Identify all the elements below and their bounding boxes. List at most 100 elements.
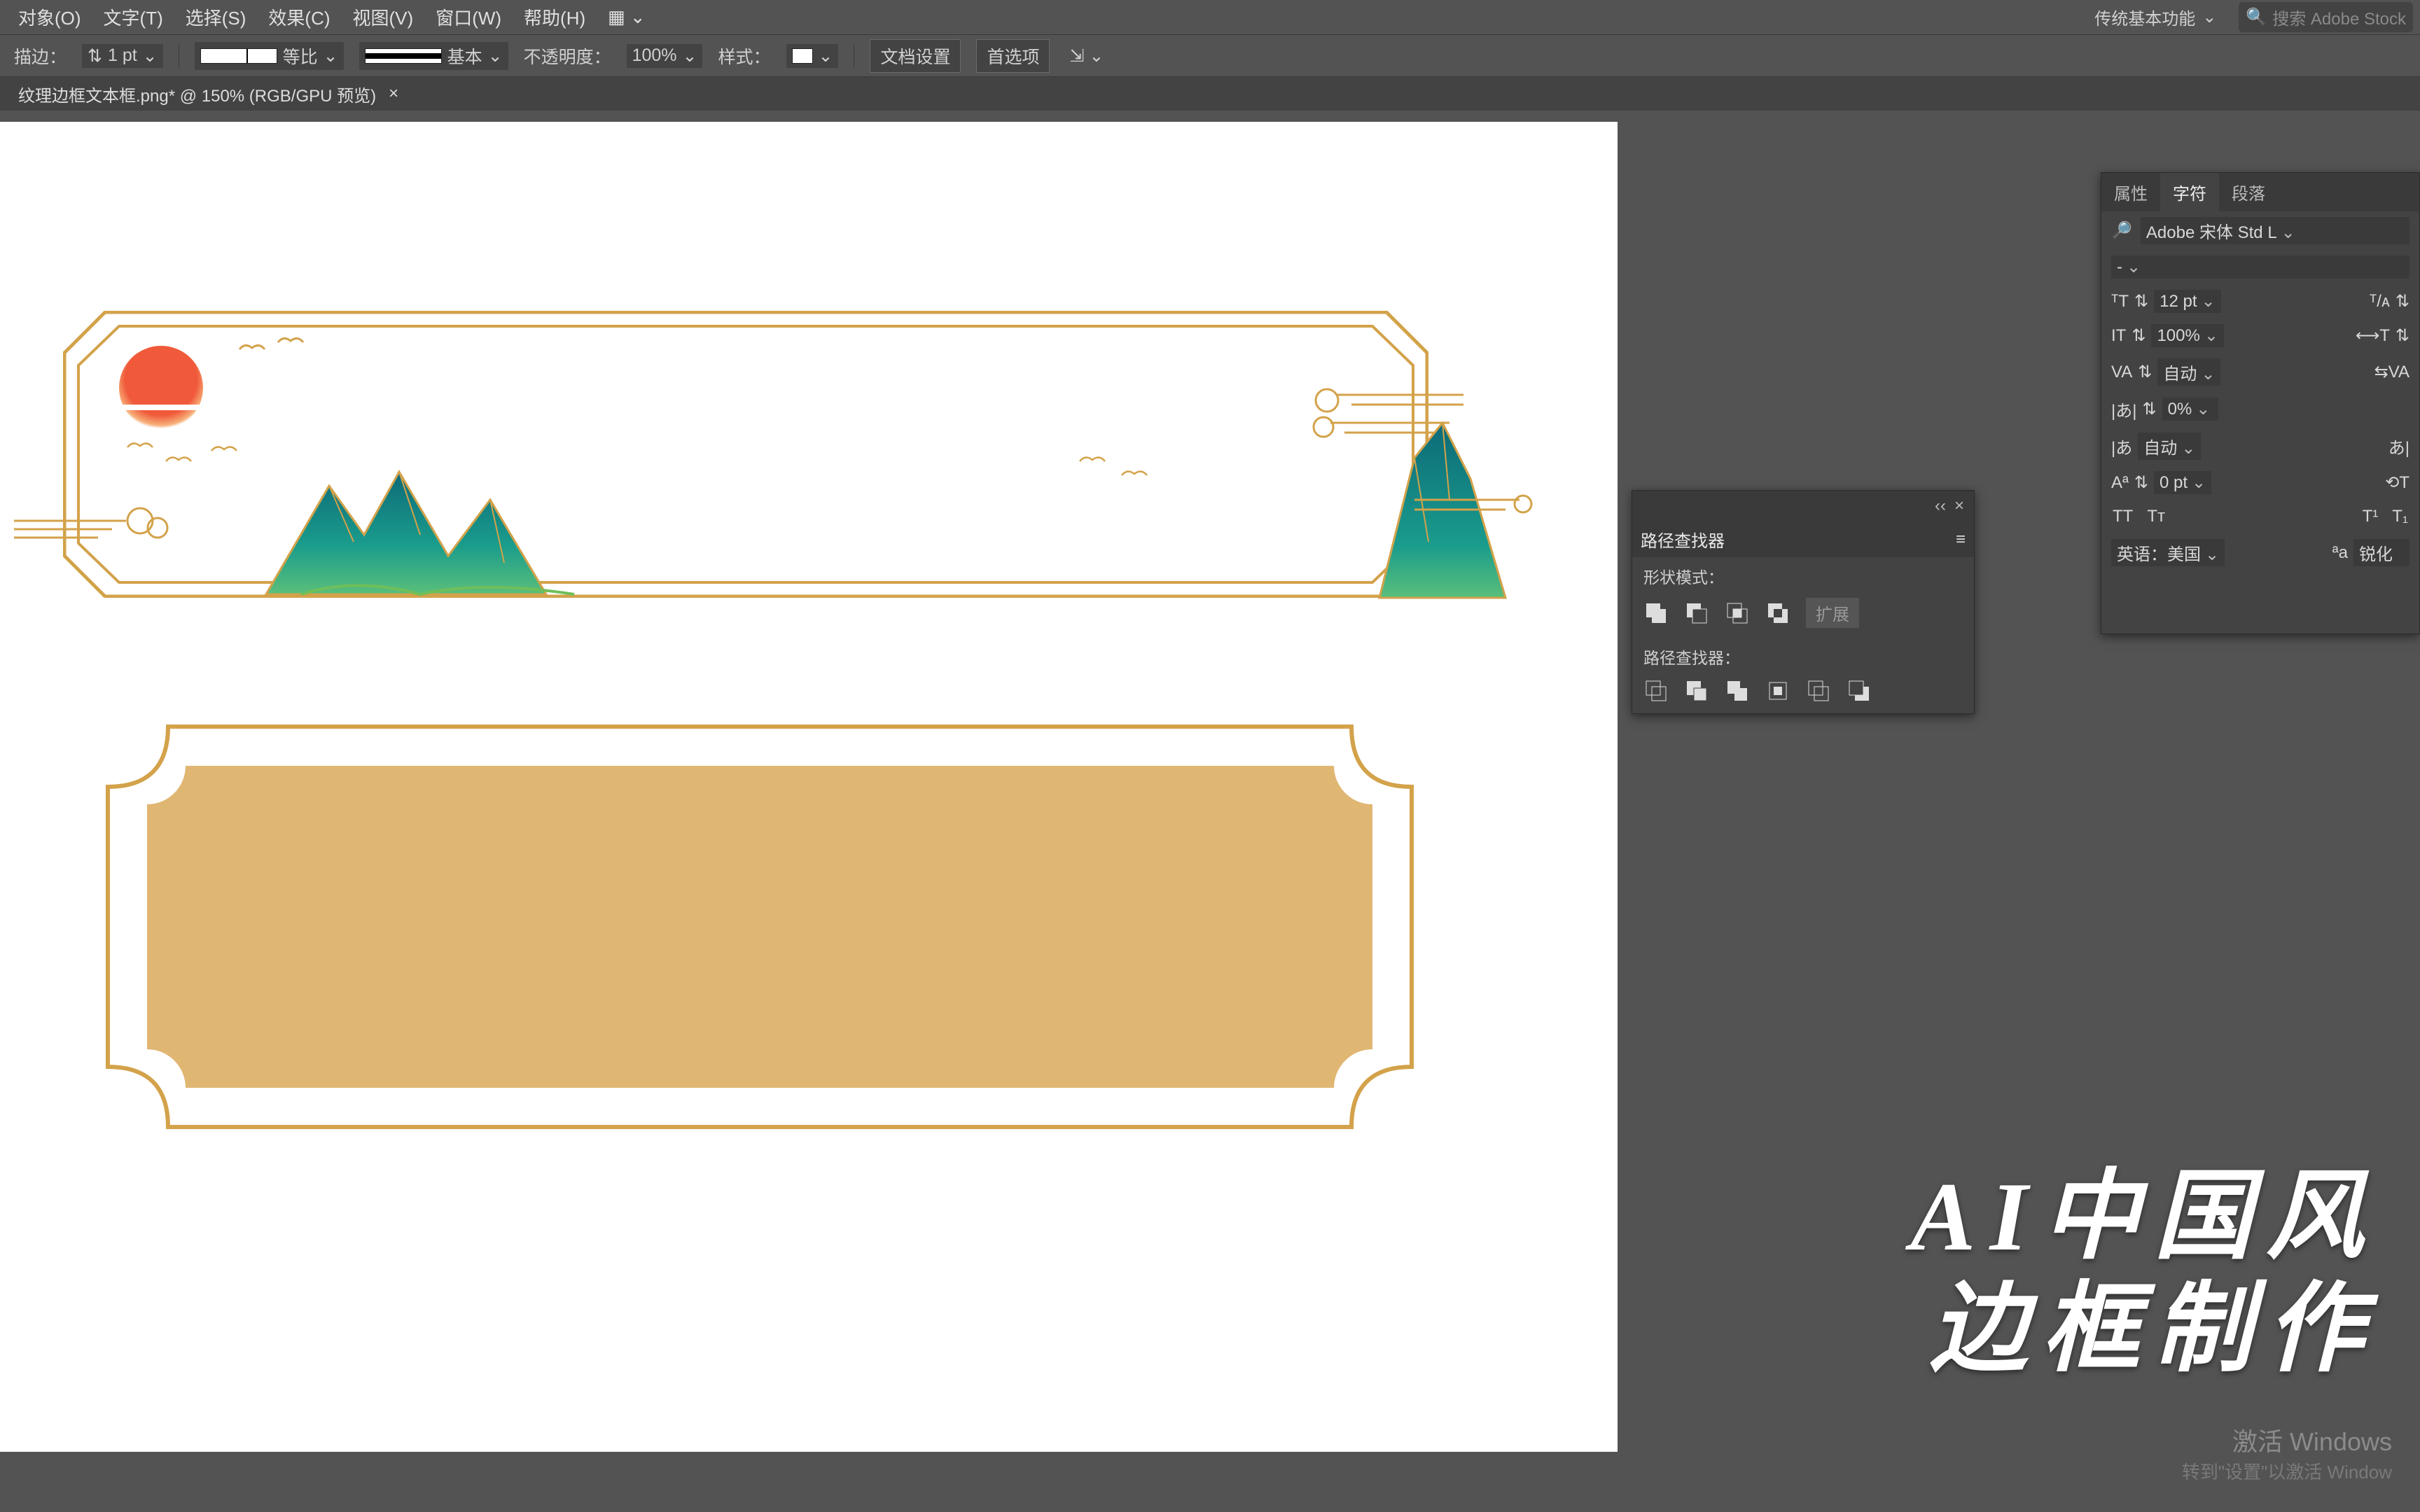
tsume-value: 0% [2162, 398, 2218, 421]
font-family-field[interactable]: Adobe 宋体 Std L [2141, 217, 2409, 244]
font-style-field[interactable]: - [2111, 255, 2409, 279]
workspace-switcher[interactable]: 传统基本功能 ⌄ [2086, 2, 2225, 32]
intersect-icon[interactable] [1725, 601, 1750, 626]
unite-icon[interactable] [1643, 601, 1669, 626]
antialias-field[interactable]: ªa锐化 [2332, 539, 2409, 566]
style-label: 样式： [718, 43, 770, 69]
menu-window[interactable]: 窗口(W) [424, 4, 513, 30]
tab-properties[interactable]: 属性 [2101, 173, 2160, 211]
chevron-down-icon: ⌄ [819, 46, 833, 66]
expand-button: 扩展 [1806, 598, 1859, 628]
stroke-dash-dropdown[interactable]: 等比 ⌄ [195, 42, 344, 70]
menu-type[interactable]: 文字(T) [92, 4, 174, 30]
close-icon[interactable]: × [1954, 496, 1964, 516]
stroke-width-value: 1 pt [108, 46, 137, 66]
subscript-icon[interactable]: T₁ [2392, 507, 2408, 526]
stepper-icon: ⇅ [2138, 362, 2152, 382]
collapse-icon[interactable]: ‹‹ [1935, 496, 1946, 516]
close-icon[interactable]: × [389, 84, 398, 104]
workspace-label: 传统基本功能 [2094, 5, 2195, 29]
outline-icon[interactable] [1806, 678, 1831, 704]
bird-icon [165, 451, 193, 462]
aa-value: 锐化 [2353, 539, 2409, 566]
tab-paragraph[interactable]: 段落 [2219, 173, 2278, 211]
kerning-value: 自动 [2157, 358, 2220, 386]
rotation-field[interactable]: ⟲T [2385, 472, 2409, 493]
kerning-icon: VA [2111, 363, 2132, 382]
superscript-icon[interactable]: T¹ [2363, 507, 2379, 526]
panel-menu-icon[interactable]: ≡ [1956, 530, 1966, 550]
exclude-icon[interactable] [1765, 601, 1790, 626]
stepper-icon: ⇅ [2395, 326, 2409, 346]
flyout-icon[interactable]: ⇲ ⌄ [1069, 46, 1104, 66]
bird-icon [1078, 451, 1106, 462]
stroke-width-field[interactable]: ⇅ 1 pt ⌄ [82, 44, 163, 68]
pathfinder-panel[interactable]: ‹‹ × 路径查找器 ≡ 形状模式： 扩展 路径查找器： [1632, 490, 1975, 714]
aki-right-field[interactable]: あ| [2388, 434, 2409, 458]
type-case-row: TT Tᴛ T¹ T₁ [2101, 500, 2419, 533]
arrange-docs-icon[interactable]: ▦ ⌄ [597, 6, 657, 28]
style-dropdown[interactable]: ⌄ [786, 44, 839, 68]
language-field[interactable]: 英语：美国 [2111, 539, 2225, 566]
dash-label: 等比 [283, 43, 318, 69]
options-bar: 描边： ⇅ 1 pt ⌄ 等比 ⌄ 基本 ⌄ 不透明度： 100% ⌄ 样式： … [0, 35, 2420, 77]
canvas-area[interactable] [0, 111, 1618, 1512]
mountain-left-graphic [252, 458, 588, 605]
stroke-profile-dropdown[interactable]: 基本 ⌄ [359, 42, 508, 70]
cloud-graphic [1407, 486, 1534, 521]
vscale-icon: IT [2111, 326, 2126, 346]
tsume-field[interactable]: |あ|⇅0% [2111, 397, 2218, 421]
menu-select[interactable]: 选择(S) [174, 4, 258, 30]
search-icon: 🔍 [2246, 7, 2267, 27]
menu-object[interactable]: 对象(O) [7, 4, 92, 30]
bird-icon [1120, 465, 1148, 476]
tsume-icon: |あ| [2111, 397, 2136, 421]
document-setup-button[interactable]: 文档设置 [870, 39, 961, 73]
aki-field[interactable]: |あ自动 [2111, 433, 2201, 460]
stepper-icon: ⇅ [2395, 291, 2409, 312]
windows-activation-watermark: 激活 Windows 转到"设置"以激活 Window [2182, 1422, 2392, 1484]
divide-icon[interactable] [1643, 678, 1669, 704]
chevron-down-icon: ⌄ [488, 46, 503, 66]
search-placeholder: 搜索 Adobe Stock [2272, 5, 2406, 29]
merge-icon[interactable] [1725, 678, 1750, 704]
cloud-graphic [1295, 381, 1477, 444]
menu-view[interactable]: 视图(V) [342, 4, 425, 30]
search-input[interactable]: 🔍 搜索 Adobe Stock [2239, 2, 2413, 32]
character-panel[interactable]: 属性 字符 段落 🔎 Adobe 宋体 Std L - ᵀT⇅12 pt ᵀ/ᴀ… [2101, 172, 2420, 634]
baseline-shift-field[interactable]: Aª⇅0 pt [2111, 471, 2211, 494]
watermark-title: 激活 Windows [2182, 1422, 2392, 1458]
profile-label: 基本 [447, 43, 482, 69]
smallcaps-icon[interactable]: Tᴛ [2147, 507, 2165, 526]
horizontal-scale-field[interactable]: ⟷T⇅ [2356, 326, 2409, 346]
video-caption-overlay: AI中国风 边框制作 [1910, 1161, 2378, 1386]
watermark-subtitle: 转到"设置"以激活 Window [2182, 1458, 2392, 1484]
panel-header[interactable]: ‹‹ × [1632, 491, 1974, 522]
panel-tabs: 属性 字符 段落 [2101, 173, 2419, 211]
minus-front-icon[interactable] [1684, 601, 1709, 626]
crop-icon[interactable] [1765, 678, 1790, 704]
style-swatch [792, 48, 813, 64]
search-icon: 🔎 [2111, 220, 2132, 241]
artboard [0, 122, 1618, 1452]
tab-character[interactable]: 字符 [2160, 173, 2219, 211]
aki-icon: |あ [2111, 434, 2132, 458]
trim-icon[interactable] [1684, 678, 1709, 704]
kerning-field[interactable]: VA ⇅自动 [2111, 358, 2220, 386]
hscale-icon: ⟷T [2356, 326, 2390, 346]
allcaps-icon[interactable]: TT [2113, 507, 2133, 526]
vertical-scale-field[interactable]: IT⇅100% [2111, 324, 2224, 347]
tracking-field[interactable]: ⇆VA [2374, 362, 2409, 382]
opacity-field[interactable]: 100% ⌄ [627, 44, 703, 68]
document-tab[interactable]: 纹理边框文本框.png* @ 150% (RGB/GPU 预览) × [10, 78, 407, 111]
minus-back-icon[interactable] [1847, 678, 1872, 704]
document-tab-bar: 纹理边框文本框.png* @ 150% (RGB/GPU 预览) × [0, 77, 2420, 111]
chevron-down-icon: ⌄ [2202, 7, 2216, 27]
sun-graphic [119, 346, 203, 430]
menu-effect[interactable]: 效果(C) [257, 4, 341, 30]
font-size-field[interactable]: ᵀT⇅12 pt [2111, 290, 2221, 313]
menu-help[interactable]: 帮助(H) [513, 4, 597, 30]
preferences-button[interactable]: 首选项 [976, 39, 1050, 73]
font-size-value: 12 pt [2154, 290, 2221, 313]
leading-field[interactable]: ᵀ/ᴀ⇅ [2370, 291, 2409, 312]
